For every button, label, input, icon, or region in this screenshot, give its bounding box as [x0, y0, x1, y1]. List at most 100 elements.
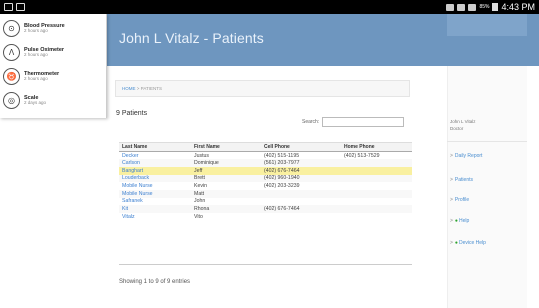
- notification-item[interactable]: ◎ Scale 2 days ago: [0, 89, 106, 111]
- cell-first-name: Vito: [194, 213, 203, 220]
- cell-home-phone: [341, 213, 412, 221]
- sidebar-link-label: Patients: [454, 177, 473, 183]
- cell-cell-phone: [261, 213, 341, 221]
- table-row[interactable]: Louderback Brett (402) 960-1940: [119, 174, 412, 183]
- cell-last-name[interactable]: Mobile Nurse: [119, 189, 191, 198]
- battery-percent: 85%: [479, 4, 490, 10]
- notification-shade: ⊙ Blood Pressure 2 hours ago Λ Pulse Oximete…: [0, 14, 107, 118]
- cell-cell-phone: (402) 676-7464: [261, 166, 341, 175]
- table-row[interactable]: Carlson Dominique (561) 203-7977: [119, 159, 412, 167]
- cell-last-name[interactable]: Vitalz: [119, 213, 191, 221]
- blood-pressure-icon: ⊙: [3, 19, 20, 37]
- cell-home-phone: [341, 205, 412, 213]
- notification-item[interactable]: ♉ Thermometer 2 hours ago: [0, 65, 106, 87]
- column-header-last-name[interactable]: Last Name: [119, 142, 191, 152]
- cell-last-name[interactable]: Carlson: [119, 159, 191, 167]
- sidebar-divider: [447, 141, 527, 142]
- column-header-first-name[interactable]: First Name: [191, 142, 261, 152]
- notification-text: Scale 2 days ago: [24, 95, 46, 106]
- notification-time: 2 hours ago: [24, 51, 48, 57]
- user-name: John L Vitalz: [450, 119, 476, 124]
- chevron-right-icon: >: [450, 177, 453, 183]
- patients-table: Last Name First Name Cell Phone Home Pho…: [119, 142, 412, 221]
- search-label: Search:: [302, 119, 320, 125]
- sidebar-link-label: Device Help: [458, 240, 486, 246]
- cell-cell-phone: (402) 676-7464: [261, 205, 341, 213]
- cell-last-name[interactable]: Banghart: [119, 166, 191, 175]
- cell-last-name[interactable]: Louderback: [119, 174, 191, 183]
- cell-last-name[interactable]: Safranek: [119, 198, 191, 206]
- sidebar-link-device-help[interactable]: > ●Device Help: [450, 240, 486, 246]
- cell-first-name: Kevin: [194, 183, 207, 190]
- battery-icon: [492, 3, 499, 11]
- breadcrumb-home[interactable]: HOME: [122, 86, 136, 91]
- search-input[interactable]: [322, 117, 405, 127]
- breadcrumb-current: PATIENTS: [140, 86, 163, 91]
- wifi-icon: [457, 3, 466, 11]
- patients-count-title: 9 Patients: [116, 110, 148, 117]
- pulse-oximeter-icon: Λ: [3, 43, 20, 61]
- sidebar-link-label: Help: [458, 218, 470, 224]
- cell-cell-phone: [261, 198, 341, 206]
- cell-last-name[interactable]: Mobile Nurse: [119, 182, 191, 190]
- breadcrumb: HOME > PATIENTS: [115, 80, 410, 97]
- table-row[interactable]: Banghart Jeff (402) 676-7464: [119, 166, 412, 175]
- sidebar: [447, 66, 527, 308]
- table-header-row: Last Name First Name Cell Phone Home Pho…: [119, 142, 412, 152]
- notification-item[interactable]: Λ Pulse Oximeter 2 hours ago: [0, 41, 106, 63]
- notification-time: 2 hours ago: [24, 27, 48, 33]
- cell-first-name: Justus: [194, 152, 209, 159]
- cell-first-name: John: [194, 198, 206, 205]
- sidebar-link-help[interactable]: > ●Help: [450, 218, 469, 224]
- cell-cell-phone: (402) 515-1195: [264, 152, 300, 159]
- cell-cell-phone: (402) 960-1940: [261, 174, 341, 183]
- cell-first-name: Matt: [191, 189, 261, 198]
- cell-cell-phone: [261, 189, 341, 198]
- table-row[interactable]: Kit Rhona (402) 676-7464: [119, 205, 412, 213]
- notification-text: Pulse Oximeter 2 hours ago: [24, 47, 64, 58]
- table-row[interactable]: Mobile Nurse Matt: [119, 189, 412, 198]
- notification-app-icon: [4, 3, 13, 11]
- cell-home-phone: [341, 182, 412, 190]
- table-row[interactable]: Safranek John: [119, 198, 412, 206]
- breadcrumb-separator: >: [136, 86, 140, 91]
- sidebar-user: John L Vitalz Doctor: [450, 119, 476, 133]
- notification-item[interactable]: ⊙ Blood Pressure 2 hours ago: [0, 17, 106, 39]
- signal-icon: [468, 3, 477, 11]
- notification-time: 2 hours ago: [24, 75, 48, 81]
- cell-first-name: Brett: [191, 174, 261, 183]
- status-dot-icon: ●: [454, 240, 458, 246]
- cell-home-phone: [341, 198, 412, 206]
- table-row[interactable]: Decker Justus (402) 515-1195 (402) 513-7529: [119, 152, 412, 160]
- entries-info: Showing 1 to 9 of 9 entries: [119, 279, 191, 285]
- cell-home-phone: [341, 166, 412, 175]
- notification-time: 2 days ago: [24, 99, 47, 105]
- bluetooth-icon: [446, 3, 455, 11]
- cell-first-name: Dominique: [191, 159, 261, 167]
- chevron-right-icon: >: [450, 153, 453, 159]
- notification-text: Thermometer 2 hours ago: [24, 71, 59, 82]
- chevron-right-icon: >: [450, 240, 453, 246]
- cell-home-phone: (402) 513-7529: [344, 152, 380, 159]
- image-notification-icon: [16, 3, 25, 11]
- scale-icon: ◎: [3, 91, 20, 109]
- cell-cell-phone: (402) 203-3239: [264, 183, 300, 190]
- column-header-home-phone[interactable]: Home Phone: [341, 142, 412, 152]
- cell-last-name[interactable]: Kit: [119, 205, 191, 213]
- search-box: Search:: [302, 117, 405, 127]
- cell-home-phone: [341, 189, 412, 198]
- table-row[interactable]: Mobile Nurse Kevin (402) 203-3239: [119, 182, 412, 190]
- cell-first-name: Rhona: [191, 205, 261, 213]
- table-row[interactable]: Vitalz Vito: [119, 213, 412, 221]
- cell-first-name: Jeff: [191, 166, 261, 175]
- status-dot-icon: ●: [454, 218, 458, 224]
- sidebar-link-patients[interactable]: > Patients: [450, 177, 473, 183]
- cell-last-name[interactable]: Decker: [119, 152, 191, 160]
- chevron-right-icon: >: [450, 218, 453, 224]
- status-time: 4:43 PM: [501, 2, 535, 12]
- header-user-area[interactable]: [447, 14, 527, 36]
- column-header-cell-phone[interactable]: Cell Phone: [261, 142, 341, 152]
- cell-home-phone: [341, 159, 412, 167]
- sidebar-link-daily-report[interactable]: > Daily Report: [450, 153, 482, 159]
- sidebar-link-profile[interactable]: > Profile: [450, 197, 469, 203]
